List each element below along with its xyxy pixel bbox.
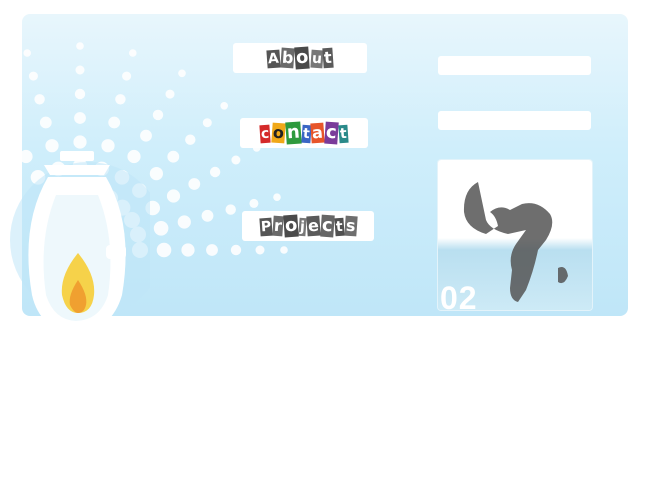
nav-letter: u — [309, 49, 324, 69]
nav-projects-button[interactable]: Pro j ec t s — [242, 211, 374, 241]
nav-contact-label: c on t ac t — [259, 121, 349, 145]
nav-about-button[interactable]: Abo u t — [233, 43, 367, 73]
nav-letter: c — [320, 214, 335, 238]
nav-letter: c — [259, 124, 272, 144]
nav-letter: c — [324, 121, 339, 145]
nav-letter: t — [338, 124, 349, 144]
nav-about-label: Abo u t — [266, 46, 334, 70]
nav-letter: t — [334, 217, 345, 237]
nav-letter: n — [285, 121, 302, 145]
nav-contact-button[interactable]: c on t ac t — [240, 118, 368, 148]
nav-letter: b — [280, 47, 295, 69]
nav-letter: o — [283, 214, 300, 238]
nav-letter: A — [266, 49, 281, 69]
nav-letter: t — [322, 47, 334, 69]
nav-letter: P — [259, 217, 273, 237]
year-text-fragment: 02 — [440, 280, 478, 316]
nav-letter: o — [294, 46, 311, 70]
nav-letter: o — [271, 122, 286, 144]
nav-letter: a — [310, 122, 325, 144]
nav-projects-label: Pro j ec t s — [259, 214, 357, 238]
nav-letter: e — [306, 215, 321, 237]
nav-letter: r — [272, 215, 284, 237]
input-field-2[interactable] — [438, 111, 591, 130]
nav-letter: t — [301, 124, 311, 144]
oil-lamp-icon — [10, 151, 150, 335]
nav-letter: s — [343, 215, 357, 237]
input-field-1[interactable] — [438, 56, 591, 75]
